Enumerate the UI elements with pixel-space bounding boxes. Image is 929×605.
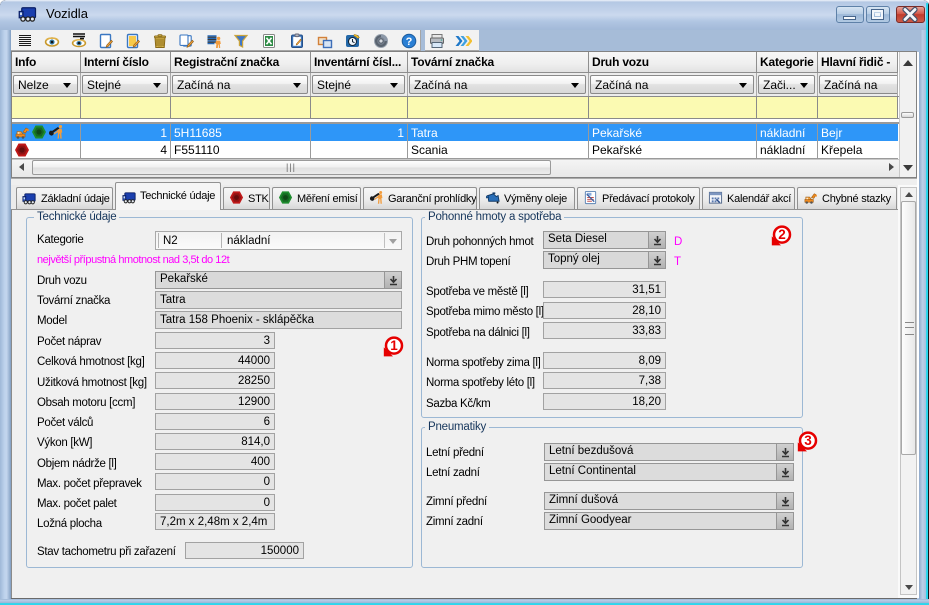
svg-text:2: 2 — [778, 227, 786, 242]
svg-text:3: 3 — [804, 433, 812, 448]
svg-text:1: 1 — [390, 338, 398, 353]
